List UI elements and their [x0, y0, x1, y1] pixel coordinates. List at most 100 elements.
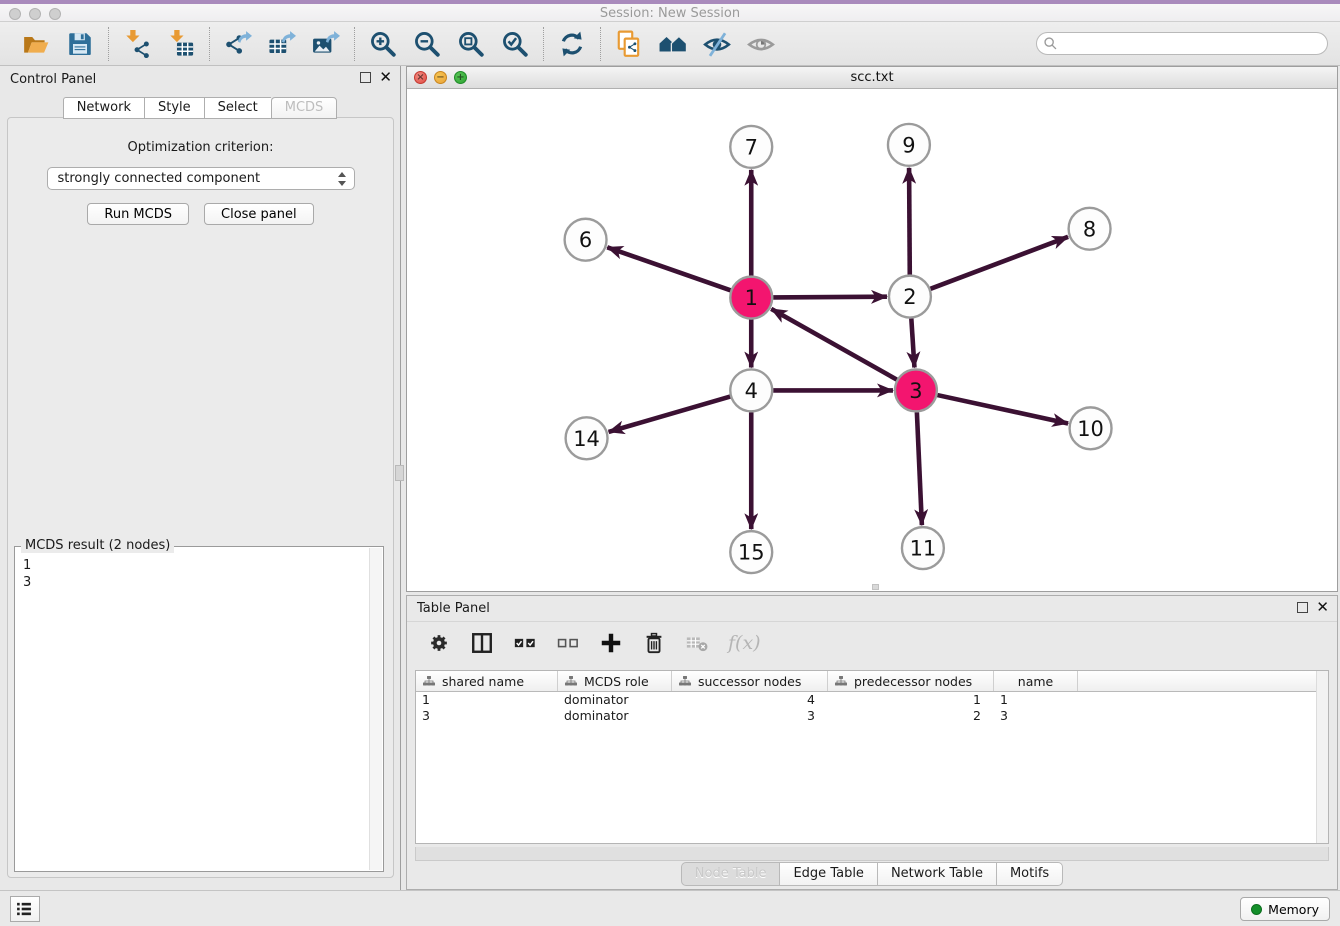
table-cell-name[interactable]: 1 [994, 692, 1078, 708]
control-panel-tabs: NetworkStyleSelectMCDS [0, 97, 400, 119]
hierarchy-icon [564, 675, 578, 688]
import-network-button[interactable] [122, 29, 152, 59]
graph-edge-1-6[interactable] [607, 247, 730, 290]
zoom-fit-button[interactable] [456, 29, 486, 59]
run-mcds-button[interactable]: Run MCDS [87, 203, 189, 225]
zoom-out-button[interactable] [412, 29, 442, 59]
delete-column-trash-button[interactable] [642, 630, 668, 656]
graph-node-6[interactable]: 6 [565, 219, 607, 261]
table-cell-predecessor-nodes[interactable]: 2 [828, 708, 994, 724]
close-panel-button[interactable]: Close panel [204, 203, 314, 225]
graph-node-8[interactable]: 8 [1069, 208, 1111, 250]
float-panel-icon[interactable] [360, 72, 371, 83]
hierarchy-icon [834, 675, 848, 688]
tab-edge-table[interactable]: Edge Table [779, 862, 876, 886]
column-header-shared-name[interactable]: shared name [416, 671, 558, 691]
function-builder-button[interactable]: f(x) [728, 632, 761, 654]
select-stepper-icon [338, 171, 348, 187]
table-cell-shared-name[interactable]: 1 [416, 692, 558, 708]
table-horizontal-scrollbar[interactable] [415, 847, 1329, 861]
search-input[interactable] [1036, 32, 1328, 55]
graph-node-1[interactable]: 1 [730, 277, 772, 319]
main-toolbar [0, 22, 1340, 66]
tab-motifs[interactable]: Motifs [996, 862, 1063, 886]
float-table-panel-icon[interactable] [1297, 602, 1308, 613]
mcds-result-list: 1 3 [23, 557, 369, 869]
gear-button[interactable] [427, 630, 453, 656]
optimization-criterion-select[interactable]: strongly connected component [47, 167, 355, 190]
zoom-in-button[interactable] [368, 29, 398, 59]
table-scrollbar[interactable] [1316, 671, 1328, 843]
table-row[interactable]: 3dominator323 [416, 708, 1328, 724]
tab-style[interactable]: Style [144, 97, 204, 119]
export-network-button[interactable] [223, 29, 253, 59]
task-history-button[interactable] [10, 896, 40, 922]
graph-node-7[interactable]: 7 [730, 126, 772, 168]
open-folder-icon [22, 30, 50, 58]
add-column-button[interactable] [599, 630, 625, 656]
graph-node-15[interactable]: 15 [730, 531, 772, 573]
network-canvas[interactable]: 7 9 6 8 1 2 4 3 14 10 15 11 [407, 89, 1337, 591]
hide-selected-eye-button[interactable] [702, 29, 732, 59]
save-session-button[interactable] [65, 29, 95, 59]
tab-network-table[interactable]: Network Table [877, 862, 996, 886]
tab-mcds[interactable]: MCDS [271, 97, 338, 119]
graph-edge-4-14[interactable] [609, 397, 731, 432]
open-folder-button[interactable] [21, 29, 51, 59]
select-all-checkboxes-button[interactable] [513, 630, 539, 656]
add-column-icon [599, 631, 623, 655]
panel-splitter-grip[interactable] [395, 465, 404, 481]
table-row[interactable]: 1dominator411 [416, 692, 1328, 708]
graph-edge-3-1[interactable] [771, 309, 897, 380]
table-cell-MCDS-role[interactable]: dominator [558, 692, 672, 708]
import-table-button[interactable] [166, 29, 196, 59]
tab-node-table[interactable]: Node Table [681, 862, 780, 886]
column-header-predecessor-nodes[interactable]: predecessor nodes [828, 671, 994, 691]
graph-node-11[interactable]: 11 [902, 527, 944, 569]
zoom-selected-button[interactable] [500, 29, 530, 59]
column-label: MCDS role [584, 674, 649, 689]
close-panel-icon[interactable]: ✕ [379, 72, 392, 83]
copy-network-document-button[interactable] [614, 29, 644, 59]
graph-node-10[interactable]: 10 [1070, 407, 1112, 449]
network-window-titlebar: × − + scc.txt [407, 67, 1337, 89]
graph-node-14[interactable]: 14 [566, 417, 608, 459]
export-image-button[interactable] [311, 29, 341, 59]
save-session-icon [66, 30, 94, 58]
graph-edge-1-2[interactable] [773, 297, 887, 298]
show-all-eye-disabled-button[interactable] [746, 29, 776, 59]
graph-edge-2-8[interactable] [930, 237, 1068, 289]
tab-network[interactable]: Network [63, 97, 144, 119]
table-cell-name[interactable]: 3 [994, 708, 1078, 724]
memory-button[interactable]: Memory [1240, 897, 1330, 921]
column-header-successor-nodes[interactable]: successor nodes [672, 671, 828, 691]
tab-select[interactable]: Select [204, 97, 271, 119]
mcds-tab-content: Optimization criterion: strongly connect… [7, 117, 394, 878]
table-cell-successor-nodes[interactable]: 4 [672, 692, 828, 708]
graph-node-3[interactable]: 3 [895, 369, 937, 411]
delete-table-disabled-icon [685, 631, 709, 655]
home-first-neighbors-button[interactable] [658, 29, 688, 59]
network-splitter-grip[interactable] [872, 584, 879, 590]
table-cell-successor-nodes[interactable]: 3 [672, 708, 828, 724]
graph-node-2[interactable]: 2 [889, 276, 931, 318]
column-header-MCDS-role[interactable]: MCDS role [558, 671, 672, 691]
graph-edge-3-11[interactable] [917, 412, 922, 525]
graph-node-4[interactable]: 4 [730, 369, 772, 411]
column-header-name[interactable]: name [994, 671, 1078, 691]
table-cell-predecessor-nodes[interactable]: 1 [828, 692, 994, 708]
split-columns-icon [470, 631, 494, 655]
column-label: shared name [442, 674, 524, 689]
deselect-all-checkboxes-button[interactable] [556, 630, 582, 656]
graph-edge-3-10[interactable] [937, 395, 1068, 423]
apply-layout-refresh-button[interactable] [557, 29, 587, 59]
table-cell-MCDS-role[interactable]: dominator [558, 708, 672, 724]
close-table-panel-icon[interactable]: ✕ [1316, 602, 1329, 613]
mcds-result-scrollbar[interactable] [369, 548, 382, 870]
graph-node-9[interactable]: 9 [888, 124, 930, 166]
graph-edge-2-9[interactable] [909, 168, 910, 275]
split-columns-button[interactable] [470, 630, 496, 656]
table-cell-shared-name[interactable]: 3 [416, 708, 558, 724]
export-table-button[interactable] [267, 29, 297, 59]
graph-edge-2-3[interactable] [911, 318, 914, 367]
